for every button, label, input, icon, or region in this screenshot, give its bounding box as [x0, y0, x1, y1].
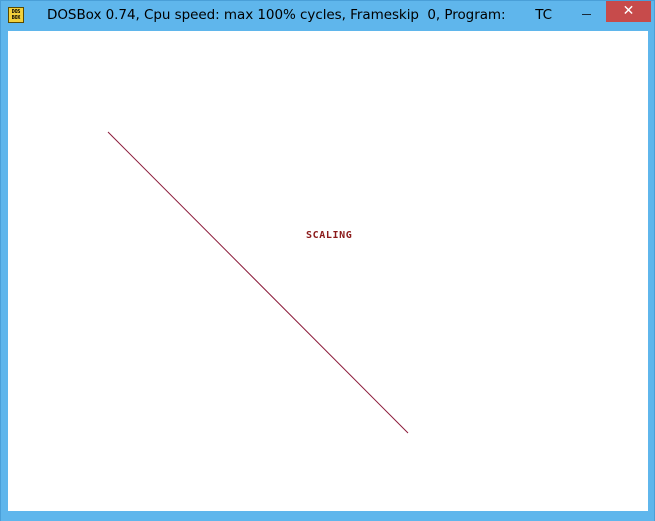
- dosbox-icon[interactable]: DOS BOX: [8, 7, 24, 23]
- title-bar[interactable]: DOS BOX DOSBox 0.74, Cpu speed: max 100%…: [1, 1, 654, 31]
- close-icon: ✕: [622, 3, 635, 19]
- close-button[interactable]: ✕: [606, 1, 651, 22]
- scaling-label: SCALING: [306, 230, 353, 241]
- window-bottom-border: [1, 511, 654, 521]
- minimize-button[interactable]: [573, 1, 600, 22]
- dos-screen[interactable]: SCALING: [8, 31, 648, 511]
- window-title: DOSBox 0.74, Cpu speed: max 100% cycles,…: [47, 7, 552, 23]
- dosbox-window: DOS BOX DOSBox 0.74, Cpu speed: max 100%…: [0, 0, 655, 521]
- graphics-canvas: [107, 131, 409, 434]
- diagonal-line: [107, 131, 409, 434]
